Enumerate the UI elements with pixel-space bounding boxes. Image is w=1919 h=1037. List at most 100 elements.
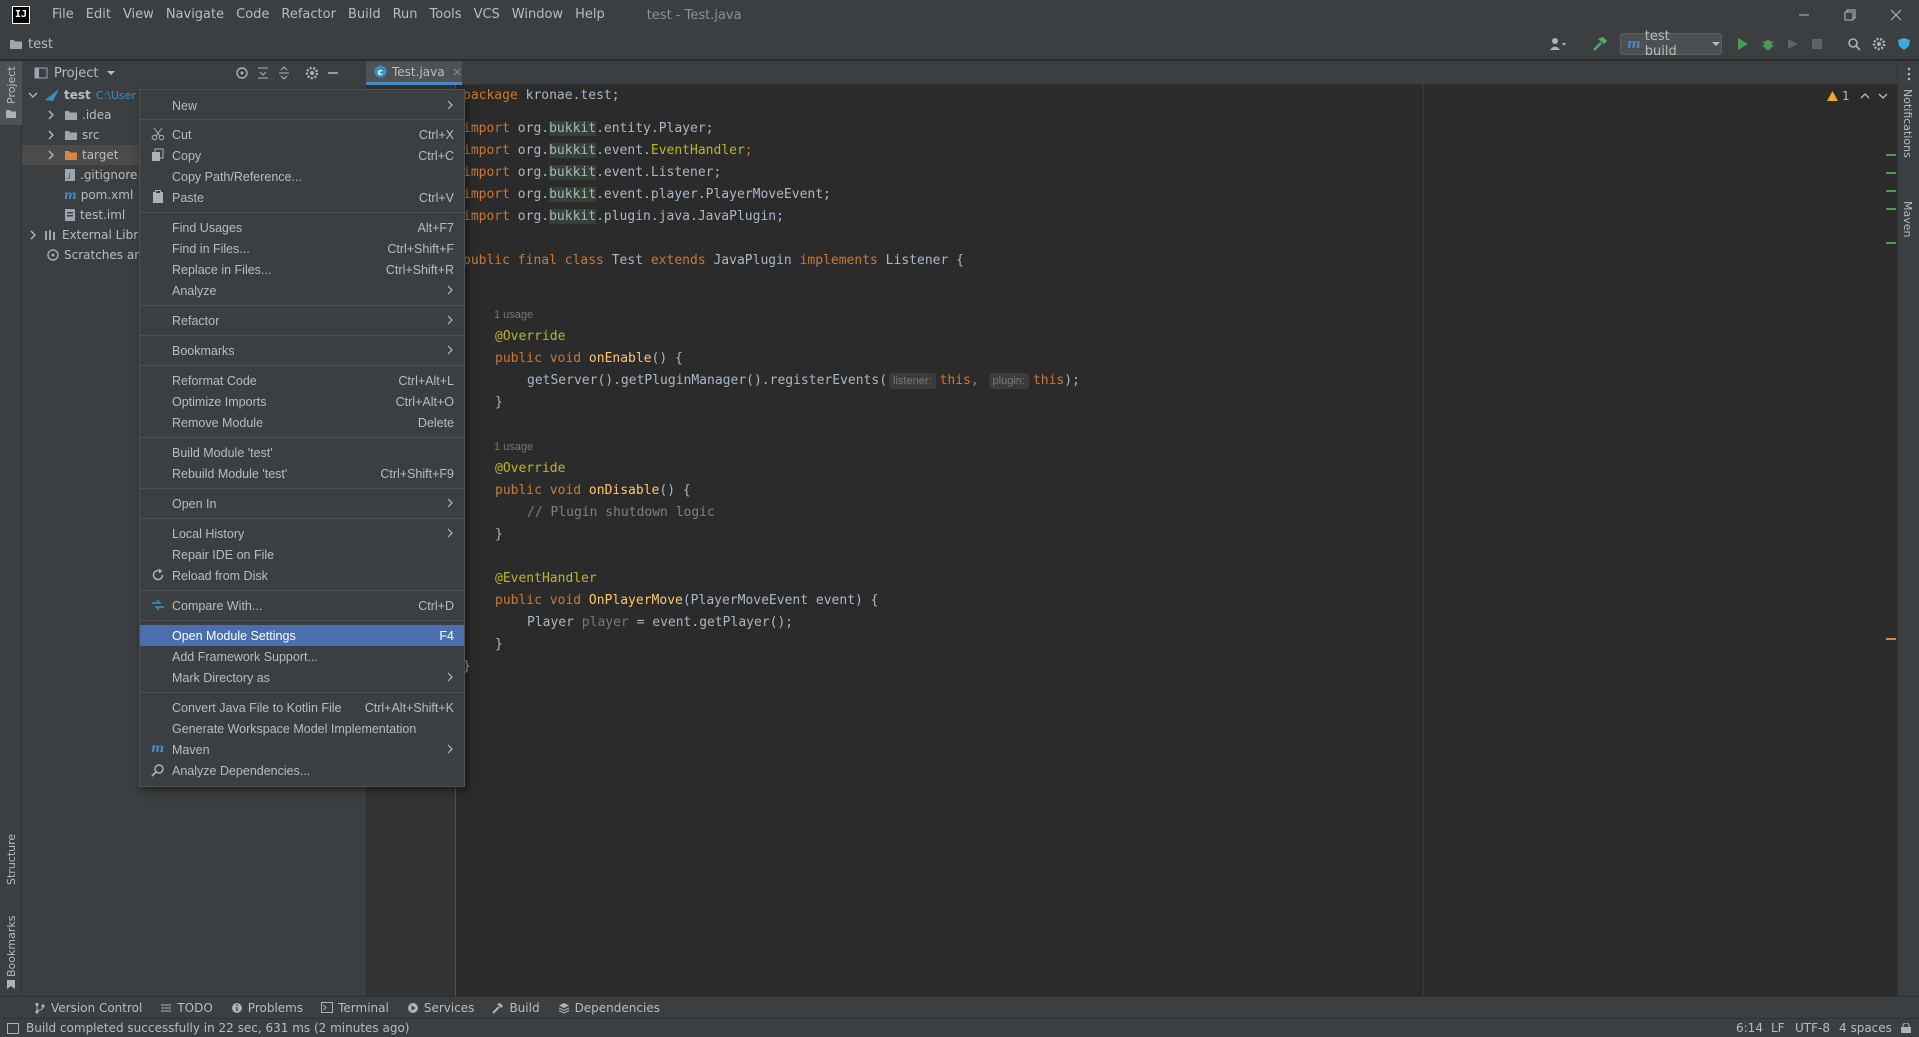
- tab-terminal[interactable]: Terminal: [321, 1001, 389, 1015]
- close-tab-icon[interactable]: [453, 68, 461, 76]
- search-everywhere-button[interactable]: [1845, 35, 1863, 53]
- debug-button[interactable]: [1759, 35, 1777, 53]
- code-editor[interactable]: package kronae.test; import org.bukkit.e…: [456, 85, 1897, 996]
- bookmarks-tool-button[interactable]: Bookmarks: [0, 909, 22, 989]
- menu-code[interactable]: Code: [230, 0, 275, 30]
- menu-item-replace-in-files[interactable]: Replace in Files... Ctrl+Shift+R: [140, 259, 464, 280]
- menu-item-paste[interactable]: Paste Ctrl+V: [140, 187, 464, 208]
- menu-item-add-framework-support[interactable]: Add Framework Support...: [140, 646, 464, 667]
- change-marker[interactable]: [1886, 242, 1896, 244]
- expand-all-icon[interactable]: [256, 66, 270, 80]
- menu-item-rebuild-module[interactable]: Rebuild Module 'test' Ctrl+Shift+F9: [140, 463, 464, 484]
- line-separator[interactable]: LF: [1771, 1021, 1785, 1035]
- menu-item-optimize-imports[interactable]: Optimize Imports Ctrl+Alt+O: [140, 391, 464, 412]
- project-tool-button[interactable]: Project: [0, 61, 22, 125]
- menu-view[interactable]: View: [117, 0, 160, 30]
- menu-item-reformat-code[interactable]: Reformat Code Ctrl+Alt+L: [140, 370, 464, 391]
- menu-item-copy-path[interactable]: Copy Path/Reference...: [140, 166, 464, 187]
- build-hammer-button[interactable]: [1591, 35, 1609, 53]
- chevron-right-icon[interactable]: [28, 230, 38, 240]
- chevron-down-icon[interactable]: [28, 90, 38, 100]
- gear-icon[interactable]: [305, 66, 319, 80]
- change-marker[interactable]: [1886, 208, 1896, 210]
- warning-marker[interactable]: [1886, 638, 1896, 640]
- breadcrumb-project[interactable]: test: [28, 37, 53, 52]
- menu-item-open-in[interactable]: Open In: [140, 493, 464, 514]
- usage-hint[interactable]: 1 usage: [494, 309, 533, 321]
- change-marker[interactable]: [1886, 154, 1896, 156]
- menu-item-cut[interactable]: Cut Ctrl+X: [140, 124, 464, 145]
- menu-item-reload-from-disk[interactable]: Reload from Disk: [140, 565, 464, 586]
- collapse-all-icon[interactable]: [277, 66, 291, 80]
- menu-item-open-module-settings[interactable]: Open Module Settings F4: [140, 625, 464, 646]
- menu-item-find-in-files[interactable]: Find in Files... Ctrl+Shift+F: [140, 238, 464, 259]
- inspection-widget[interactable]: 1: [1826, 89, 1888, 103]
- lock-icon[interactable]: [1900, 1023, 1912, 1033]
- chevron-down-icon[interactable]: [106, 69, 116, 77]
- chevron-down-icon[interactable]: [1878, 92, 1888, 100]
- menu-item-local-history[interactable]: Local History: [140, 523, 464, 544]
- tab-dependencies[interactable]: Dependencies: [558, 1001, 660, 1015]
- menu-item-repair-ide[interactable]: Repair IDE on File: [140, 544, 464, 565]
- menu-window[interactable]: Window: [506, 0, 569, 30]
- menu-item-convert-to-kotlin[interactable]: Convert Java File to Kotlin File Ctrl+Alt…: [140, 697, 464, 718]
- project-view-title[interactable]: Project: [54, 66, 98, 81]
- chevron-right-icon[interactable]: [46, 130, 56, 140]
- menu-tools[interactable]: Tools: [424, 0, 468, 30]
- menu-item-copy[interactable]: Copy Ctrl+C: [140, 145, 464, 166]
- settings-button[interactable]: [1870, 35, 1888, 53]
- account-button[interactable]: [1549, 35, 1567, 53]
- chevron-right-icon[interactable]: [46, 150, 56, 160]
- menu-item-remove-module[interactable]: Remove Module Delete: [140, 412, 464, 433]
- caret-position[interactable]: 6:14: [1736, 1021, 1763, 1035]
- menu-refactor[interactable]: Refactor: [275, 0, 342, 30]
- maven-tool-button[interactable]: Maven: [1898, 185, 1919, 247]
- menu-item-find-usages[interactable]: Find Usages Alt+F7: [140, 217, 464, 238]
- menu-edit[interactable]: Edit: [80, 0, 117, 30]
- intellij-logo[interactable]: IJ: [12, 6, 30, 24]
- notifications-tool-button[interactable]: Notifications: [1898, 85, 1919, 177]
- menu-item-mark-directory-as[interactable]: Mark Directory as: [140, 667, 464, 688]
- change-marker[interactable]: [1886, 172, 1896, 174]
- run-configuration-selector[interactable]: m test build: [1620, 29, 1722, 59]
- menu-item-compare-with[interactable]: Compare With... Ctrl+D: [140, 595, 464, 616]
- tab-build[interactable]: Build: [492, 1001, 540, 1015]
- chevron-right-icon[interactable]: [46, 110, 56, 120]
- menu-item-new[interactable]: New: [140, 95, 464, 116]
- close-window-button[interactable]: [1873, 0, 1919, 30]
- menu-help[interactable]: Help: [569, 0, 611, 30]
- code-with-me-button[interactable]: [1895, 35, 1913, 53]
- toggle-tool-windows-icon[interactable]: [7, 1022, 19, 1034]
- menu-item-build-module[interactable]: Build Module 'test': [140, 442, 464, 463]
- hide-panel-icon[interactable]: [326, 66, 340, 80]
- stop-button[interactable]: [1808, 35, 1826, 53]
- menu-navigate[interactable]: Navigate: [160, 0, 230, 30]
- restore-button[interactable]: [1827, 0, 1873, 30]
- change-marker[interactable]: [1886, 190, 1896, 192]
- coverage-button[interactable]: [1784, 35, 1802, 53]
- usage-hint[interactable]: 1 usage: [494, 441, 533, 453]
- tab-services[interactable]: Services: [407, 1001, 474, 1015]
- menu-run[interactable]: Run: [387, 0, 424, 30]
- more-options-icon[interactable]: [1902, 67, 1916, 81]
- menu-item-refactor[interactable]: Refactor: [140, 310, 464, 331]
- menu-vcs[interactable]: VCS: [468, 0, 506, 30]
- menu-item-analyze[interactable]: Analyze: [140, 280, 464, 301]
- locate-file-icon[interactable]: [235, 66, 249, 80]
- tab-version-control[interactable]: Version Control: [34, 1001, 142, 1015]
- menu-item-maven[interactable]: m Maven: [140, 739, 464, 760]
- chevron-up-icon[interactable]: [1860, 92, 1870, 100]
- menu-file[interactable]: File: [46, 0, 80, 30]
- minimize-button[interactable]: [1781, 0, 1827, 30]
- indent-setting[interactable]: 4 spaces: [1839, 1021, 1892, 1035]
- status-message[interactable]: Build completed successfully in 22 sec, …: [26, 1021, 409, 1035]
- tab-todo[interactable]: TODO: [160, 1001, 213, 1015]
- menu-build[interactable]: Build: [342, 0, 387, 30]
- menu-item-bookmarks[interactable]: Bookmarks: [140, 340, 464, 361]
- tab-problems[interactable]: Problems: [231, 1001, 303, 1015]
- run-button[interactable]: [1734, 35, 1752, 53]
- menu-item-analyze-dependencies[interactable]: Analyze Dependencies...: [140, 760, 464, 781]
- tab-test-java[interactable]: c Test.java: [366, 61, 462, 85]
- structure-tool-button[interactable]: Structure: [0, 821, 22, 891]
- file-encoding[interactable]: UTF-8: [1795, 1021, 1830, 1035]
